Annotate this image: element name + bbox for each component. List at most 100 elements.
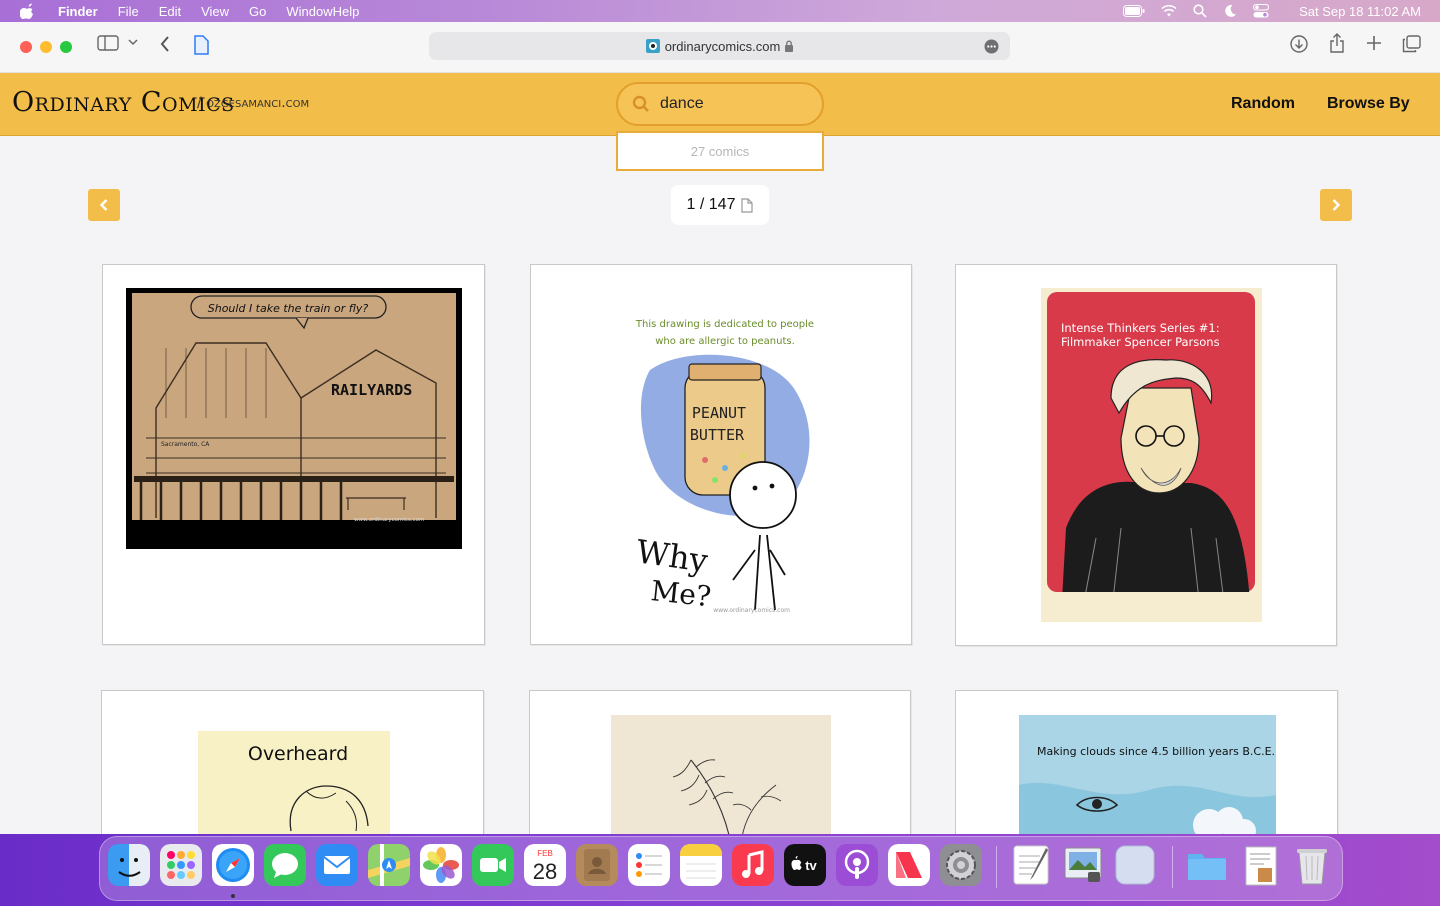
dock-separator (1172, 846, 1173, 888)
comic-card-intense-thinkers[interactable]: Intense Thinkers Series #1: Filmmaker Sp… (955, 264, 1337, 646)
comic-title-line1: Intense Thinkers Series #1: (1061, 321, 1220, 335)
minimize-window-button[interactable] (40, 41, 52, 53)
browser-toolbar: ordinarycomics.com (0, 22, 1440, 73)
control-center-icon[interactable] (1253, 4, 1270, 18)
sidebar-toggle-icon[interactable] (97, 35, 119, 51)
music-icon[interactable] (732, 844, 774, 886)
site-favicon (645, 39, 660, 53)
page-indicator: 1 / 147 (671, 185, 769, 225)
maps-icon[interactable] (368, 844, 410, 886)
calendar-day: 28 (533, 859, 557, 884)
battery-icon[interactable] (1123, 5, 1145, 17)
zoom-window-button[interactable] (60, 41, 72, 53)
apple-tv-icon[interactable]: tv (784, 844, 826, 886)
menu-clock[interactable]: Sat Sep 18 11:02 AM (1299, 4, 1421, 19)
page-indicator-text: 1 / 147 (686, 196, 736, 213)
tab-overview-icon[interactable] (1402, 35, 1421, 53)
blank-app-icon[interactable] (1114, 844, 1156, 886)
search-icon (632, 95, 649, 112)
facetime-icon[interactable] (472, 844, 514, 886)
mail-icon[interactable] (316, 844, 358, 886)
document-icon (741, 197, 754, 213)
contacts-icon[interactable] (576, 844, 618, 886)
messages-icon[interactable] (264, 844, 306, 886)
comic-card-peanut-butter[interactable]: This drawing is dedicated to people who … (530, 264, 912, 645)
trash-icon[interactable] (1291, 844, 1333, 886)
lock-icon (785, 40, 794, 52)
photos-icon[interactable] (420, 844, 462, 886)
comic-image: Should I take the train or fly? RAILYARD… (126, 288, 462, 549)
comic-why-line2: Me? (649, 574, 712, 613)
textedit-icon[interactable] (1010, 844, 1052, 886)
search-result-count[interactable]: 27 comics (616, 131, 824, 171)
chevron-left-icon (99, 199, 108, 211)
new-tab-icon[interactable] (1366, 35, 1382, 51)
apple-tv-label: tv (805, 858, 817, 873)
safari-running-indicator (231, 894, 235, 898)
reminders-icon[interactable] (628, 844, 670, 886)
apple-icon[interactable] (20, 3, 36, 19)
comic-watermark: www.ordinarycomics.com (354, 517, 424, 523)
comic-caption-line1: This drawing is dedicated to people (635, 319, 814, 330)
comic-watermark: www.ordinarycomics.com (713, 607, 790, 614)
finder-icon[interactable] (108, 844, 150, 886)
calendar-month: FEB (537, 849, 553, 858)
system-preferences-icon[interactable] (940, 844, 982, 886)
wifi-icon[interactable] (1161, 5, 1177, 17)
address-bar[interactable]: ordinarycomics.com (429, 32, 1010, 60)
comic-image: This drawing is dedicated to people who … (634, 319, 814, 614)
more-options-icon[interactable] (984, 39, 999, 54)
menu-go[interactable]: Go (249, 4, 266, 19)
downloads-icon[interactable] (1290, 35, 1308, 53)
news-icon[interactable] (888, 844, 930, 886)
chevron-right-icon (1332, 199, 1341, 211)
share-icon[interactable] (1329, 33, 1345, 53)
comic-card-plant[interactable] (529, 690, 911, 850)
comic-jar-label-line1: PEANUT (692, 404, 746, 422)
menu-file[interactable]: File (118, 4, 139, 19)
menu-edit[interactable]: Edit (159, 4, 181, 19)
focus-moon-icon[interactable] (1223, 4, 1237, 18)
preview-icon[interactable] (1062, 844, 1104, 886)
comic-sign: RAILYARDS (331, 381, 412, 399)
comic-card-overheard[interactable]: Overheard (101, 690, 484, 850)
close-window-button[interactable] (20, 41, 32, 53)
notes-icon[interactable] (680, 844, 722, 886)
nav-browse-by[interactable]: Browse By (1327, 95, 1410, 113)
search-input[interactable]: dance (616, 82, 824, 126)
podcasts-icon[interactable] (836, 844, 878, 886)
comic-image: Intense Thinkers Series #1: Filmmaker Sp… (1041, 288, 1262, 622)
launchpad-icon[interactable] (160, 844, 202, 886)
url-text: ordinarycomics.com (664, 38, 781, 54)
comic-image: Making clouds since 4.5 billion years B.… (1019, 715, 1276, 845)
calendar-icon[interactable]: FEB 28 (524, 844, 566, 886)
back-icon[interactable] (159, 35, 171, 53)
comic-card-clouds[interactable]: Making clouds since 4.5 billion years B.… (955, 690, 1338, 850)
comic-speech-bubble: Should I take the train or fly? (208, 302, 369, 315)
comic-title: Overheard (248, 743, 348, 765)
site-header: Ordinary Comics / ozgesamanci.com dance … (0, 73, 1440, 136)
comic-caption-line2: who are allergic to peanuts. (655, 336, 795, 347)
search-value: dance (660, 95, 704, 112)
comic-image (611, 715, 831, 845)
dock-separator (996, 846, 997, 888)
document-stack-icon[interactable] (1240, 844, 1282, 886)
brand-subtitle[interactable]: / ozgesamanci.com (197, 95, 309, 111)
safari-icon[interactable] (212, 844, 254, 886)
comic-caption: Making clouds since 4.5 billion years B.… (1037, 745, 1275, 758)
menu-help[interactable]: Help (333, 4, 360, 19)
comic-card-railyards[interactable]: Should I take the train or fly? RAILYARD… (102, 264, 485, 645)
folder-icon[interactable] (1186, 844, 1228, 886)
previous-page-button[interactable] (88, 189, 120, 221)
menu-app-name[interactable]: Finder (58, 4, 98, 19)
comic-title-line2: Filmmaker Spencer Parsons (1061, 335, 1220, 349)
chevron-down-icon[interactable] (128, 38, 138, 46)
nav-random[interactable]: Random (1231, 95, 1295, 113)
comic-jar-label-line2: BUTTER (690, 426, 745, 444)
next-page-button[interactable] (1320, 189, 1352, 221)
menu-view[interactable]: View (201, 4, 229, 19)
menu-bar: Finder File Edit View Go Window Help Sat… (0, 0, 1440, 22)
menu-window[interactable]: Window (286, 4, 332, 19)
spotlight-icon[interactable] (1193, 4, 1207, 18)
page-icon[interactable] (193, 35, 209, 55)
